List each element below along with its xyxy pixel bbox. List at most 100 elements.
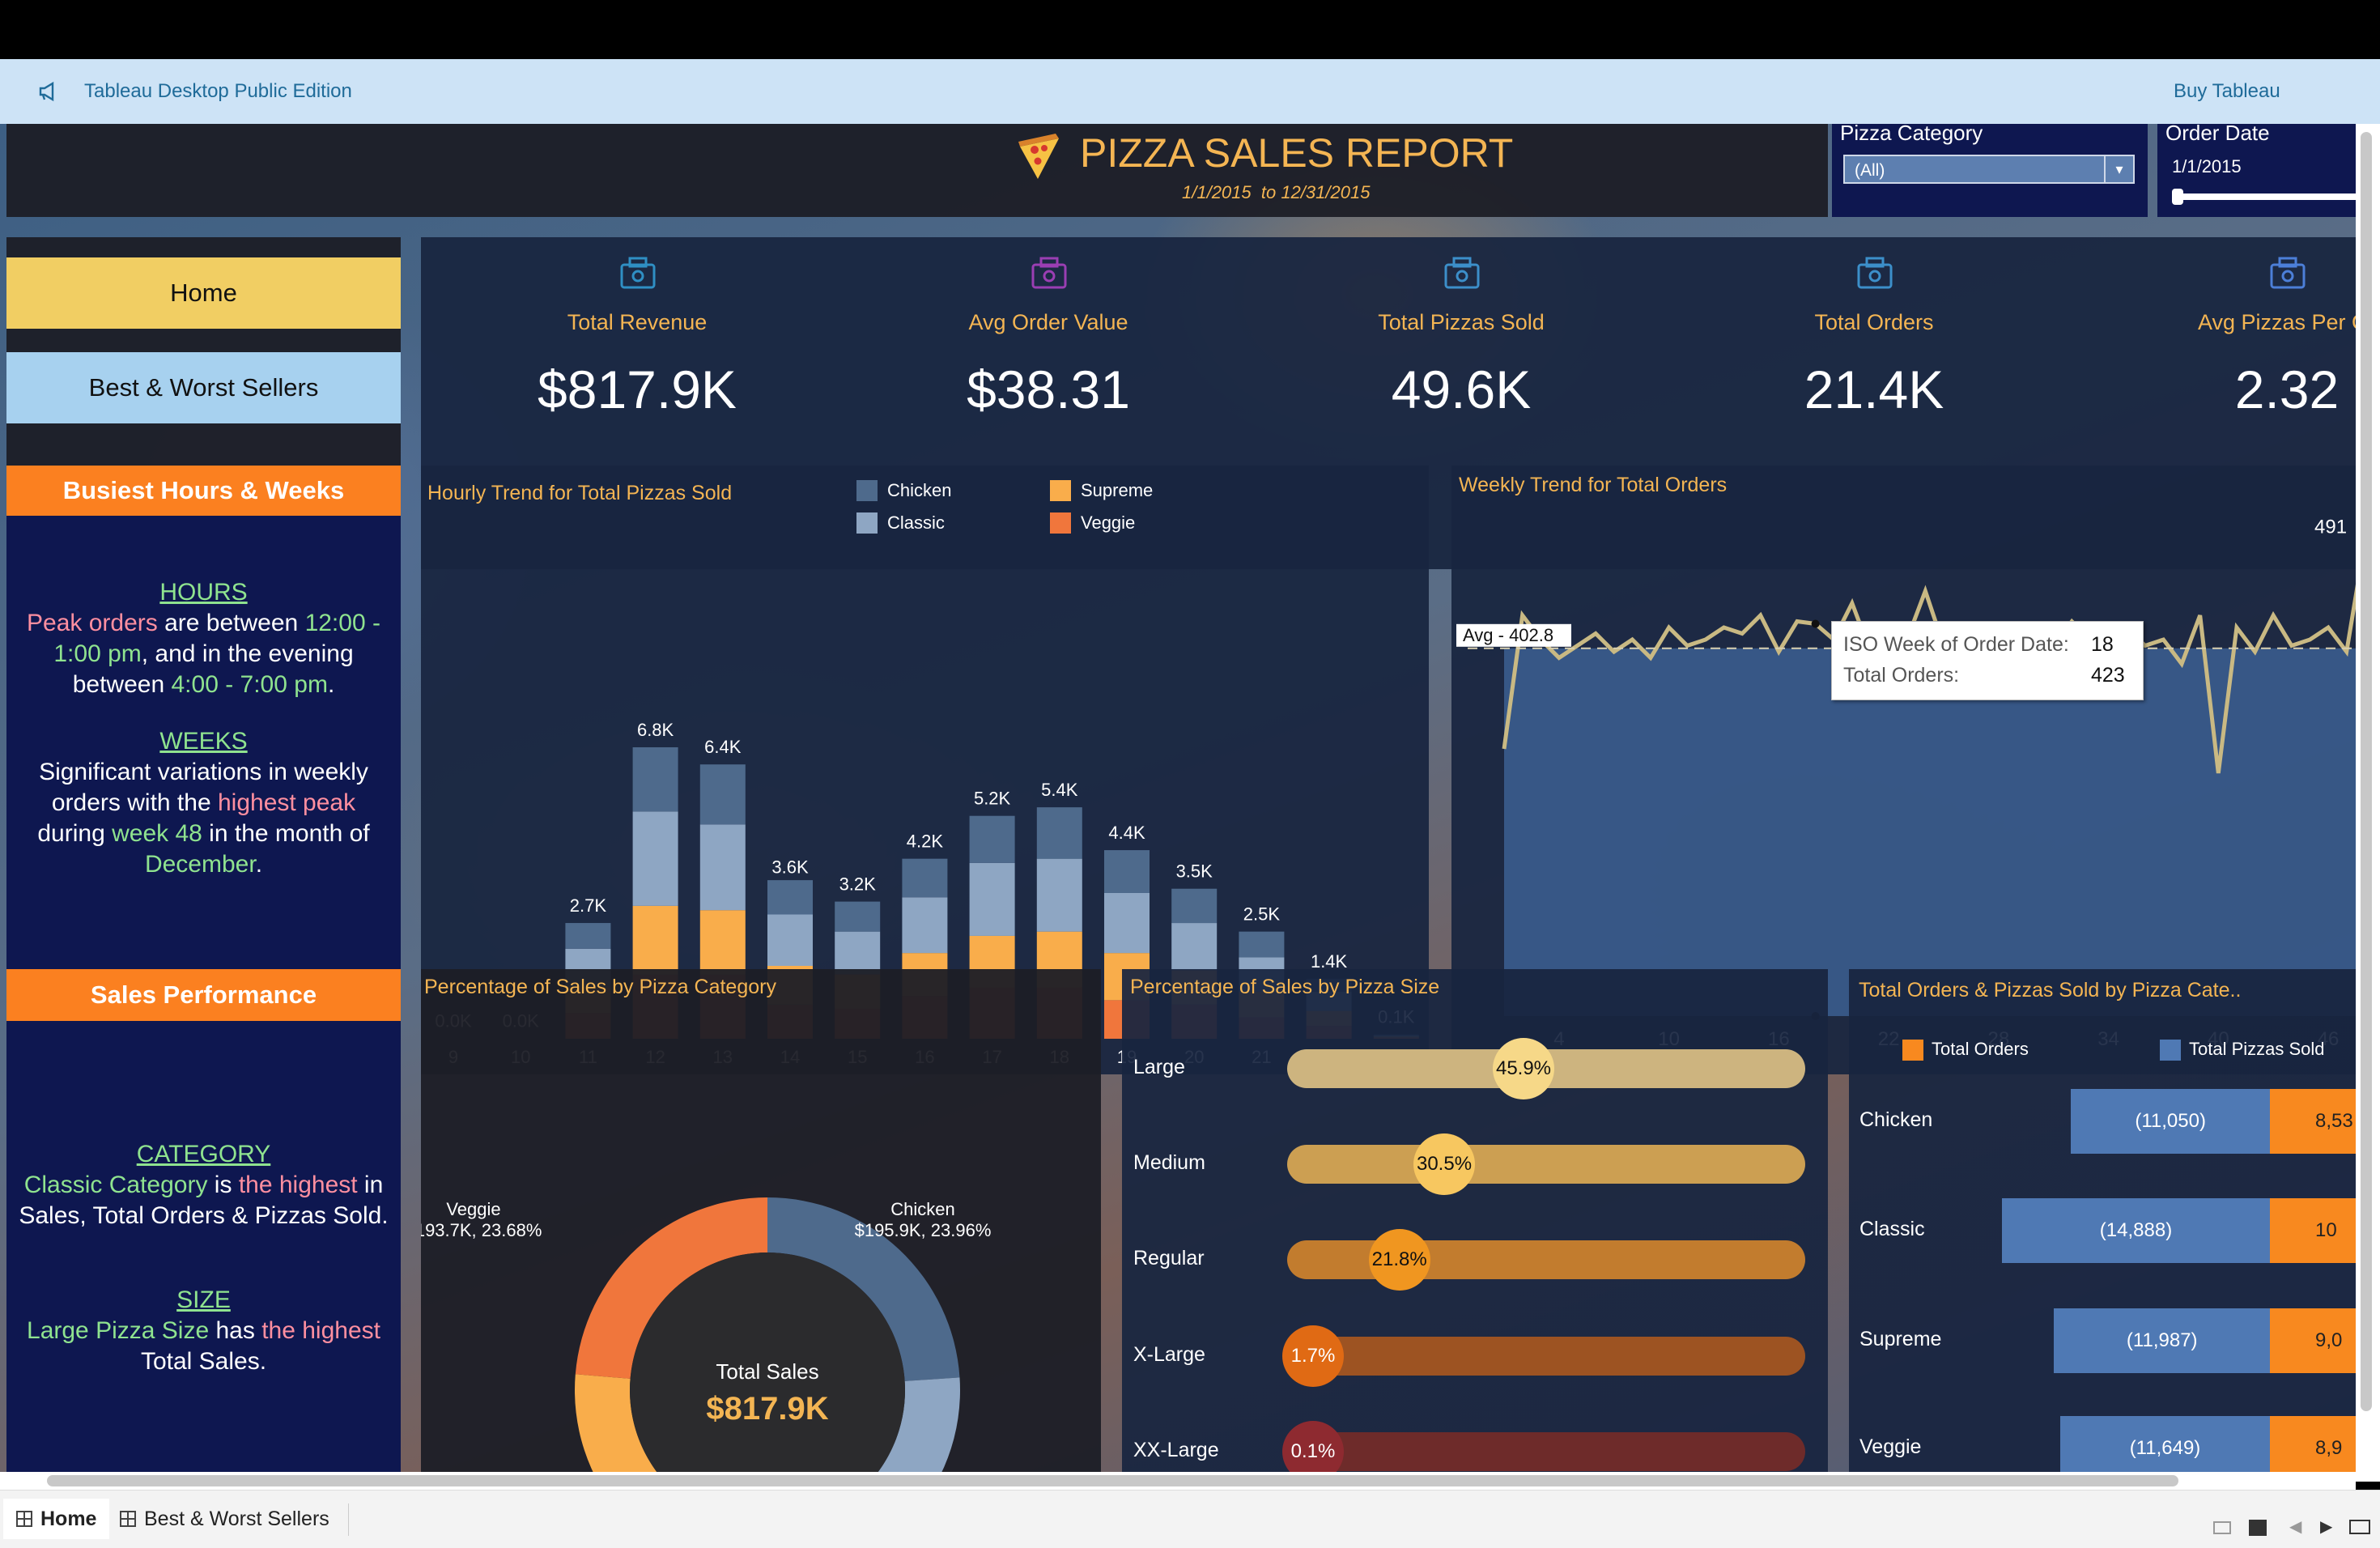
buy-tableau-link[interactable]: Buy Tableau <box>2174 80 2280 103</box>
size-label: XX-Large <box>1133 1439 1219 1461</box>
info-bar: Tableau Desktop Public Edition Buy Table… <box>0 59 2380 124</box>
legend-swatch <box>856 512 878 534</box>
bar-segment[interactable] <box>969 862 1015 936</box>
max-point-label: 491 <box>2314 517 2347 538</box>
best-worst-sellers-button[interactable]: Best & Worst Sellers <box>6 352 401 423</box>
grid-view-icon[interactable] <box>2249 1520 2267 1536</box>
bar-segment[interactable] <box>699 910 746 975</box>
tab-divider <box>348 1503 349 1536</box>
legend-swatch <box>1050 512 1071 534</box>
bar-total-label: 5.2K <box>974 789 1011 809</box>
bar-total-label: 5.4K <box>1041 780 1078 800</box>
size-title: SIZE <box>176 1286 231 1313</box>
legend-total-pizzas-sold: Total Pizzas Sold <box>2160 1039 2325 1061</box>
hover-point[interactable] <box>1811 619 1820 628</box>
bar-segment[interactable] <box>835 931 881 975</box>
category-label: Veggie <box>1859 1435 1922 1458</box>
bar-segment[interactable] <box>902 897 948 954</box>
legend-label: Supreme <box>1081 480 1153 500</box>
tab-home[interactable]: Home <box>3 1499 110 1539</box>
bar-total-label: 2.7K <box>570 895 607 916</box>
kpi-label: Avg Order Value <box>968 310 1128 334</box>
pos-terminal-icon <box>1031 257 1067 289</box>
bar-total-label: 3.5K <box>1176 861 1213 882</box>
bar-segment[interactable] <box>632 747 678 812</box>
bar-segment[interactable] <box>767 914 813 966</box>
prev-sheet-icon[interactable]: ◀ <box>2289 1516 2301 1537</box>
total-orders-bar[interactable]: 8,9 <box>2270 1416 2356 1481</box>
pizzas-sold-bar[interactable]: (14,888) <box>2002 1198 2270 1263</box>
next-sheet-icon[interactable]: ▶ <box>2320 1516 2332 1537</box>
pizzas-sold-bar[interactable]: (11,649) <box>2060 1416 2270 1481</box>
presentation-mode-icon[interactable] <box>2349 1520 2370 1534</box>
bar-segment[interactable] <box>1239 931 1285 958</box>
legend-label: Veggie <box>1081 512 1135 533</box>
pizzas-sold-bar[interactable]: (11,050) <box>2071 1089 2270 1154</box>
filmstrip-view-icon[interactable] <box>2213 1521 2231 1534</box>
dashboard-grid-icon <box>16 1511 32 1527</box>
size-bar-track[interactable] <box>1287 1432 1805 1471</box>
weekly-tooltip: ISO Week of Order Date: 18 Total Orders:… <box>1831 621 2144 700</box>
kpi-label: Total Revenue <box>567 310 708 334</box>
weeks-title: WEEKS <box>159 728 248 755</box>
size-label: X-Large <box>1133 1343 1205 1366</box>
bar-segment[interactable] <box>699 764 746 825</box>
horizontal-scroll-thumb[interactable] <box>47 1475 2178 1486</box>
size-bar-point[interactable]: 21.8% <box>1368 1229 1430 1291</box>
bar-segment[interactable] <box>1171 888 1218 924</box>
bar-segment[interactable] <box>767 880 813 915</box>
bar-segment[interactable] <box>1036 807 1082 859</box>
vertical-scrollbar[interactable] <box>2356 124 2380 1482</box>
tab-best-worst-sellers[interactable]: Best & Worst Sellers <box>107 1499 342 1539</box>
slice-value-label: $195.9K, 23.96% <box>855 1220 992 1240</box>
bar-segment[interactable] <box>1171 923 1218 971</box>
total-orders-bar[interactable]: 8,53 <box>2270 1089 2356 1154</box>
sales-performance-header: Sales Performance <box>6 969 401 1021</box>
size-bar-track[interactable] <box>1287 1145 1805 1184</box>
bar-segment[interactable] <box>1104 893 1150 954</box>
category-label: Supreme <box>1859 1328 1942 1350</box>
edition-label: Tableau Desktop Public Edition <box>84 80 352 102</box>
legend-swatch <box>2160 1040 2181 1061</box>
horizontal-scrollbar[interactable] <box>0 1472 2356 1490</box>
size-bar-track[interactable] <box>1287 1337 1805 1376</box>
legend-label: Classic <box>887 512 945 533</box>
bar-total-label: 4.2K <box>907 831 944 852</box>
slice-value-label: $193.7K, 23.68% <box>421 1220 542 1240</box>
size-bar-point[interactable]: 45.9% <box>1493 1038 1554 1099</box>
bar-segment[interactable] <box>835 901 881 932</box>
bar-segment[interactable] <box>1104 850 1150 893</box>
home-button[interactable]: Home <box>6 257 401 329</box>
bar-segment[interactable] <box>1036 858 1082 932</box>
kpi-value: 2.32 <box>2234 359 2340 419</box>
sales-performance-panel <box>6 1021 401 1482</box>
window-titlebar <box>0 0 2380 59</box>
legend-swatch <box>1050 480 1071 501</box>
bar-segment[interactable] <box>632 905 678 975</box>
size-bar-point[interactable]: 1.7% <box>1282 1325 1344 1387</box>
pizzas-sold-bar[interactable]: (11,987) <box>2054 1308 2270 1373</box>
bar-segment[interactable] <box>632 811 678 906</box>
donut-center-label: Total Sales <box>716 1359 818 1384</box>
slice-name-label: Veggie <box>446 1199 500 1219</box>
size-label: Large <box>1133 1056 1185 1078</box>
kpi-value: $817.9K <box>538 359 737 419</box>
bar-total-label: 6.4K <box>704 737 742 757</box>
hours-insight: HOURS Peak orders are between 12:00 - 1:… <box>6 577 401 700</box>
size-bar-point[interactable]: 30.5% <box>1413 1133 1476 1195</box>
bar-segment[interactable] <box>902 858 948 898</box>
dashboard-grid-icon <box>120 1511 136 1527</box>
category-donut-chart: Chicken$195.9K, 23.96%Classic$220.1K, 26… <box>421 1197 992 1482</box>
total-orders-bar[interactable]: 9,0 <box>2270 1308 2356 1373</box>
hours-title: HOURS <box>159 579 248 606</box>
bar-segment[interactable] <box>699 824 746 911</box>
size-chart-panel <box>1122 969 1828 1482</box>
bar-segment[interactable] <box>565 923 611 949</box>
bar-segment[interactable] <box>969 815 1015 863</box>
size-bar-track[interactable] <box>1287 1240 1805 1279</box>
kpi-value: 21.4K <box>1804 359 1944 419</box>
vertical-scroll-thumb[interactable] <box>2361 132 2372 1411</box>
bar-total-label: 3.2K <box>839 874 877 895</box>
total-orders-bar[interactable]: 10 <box>2270 1198 2356 1263</box>
legend-swatch <box>856 480 878 501</box>
